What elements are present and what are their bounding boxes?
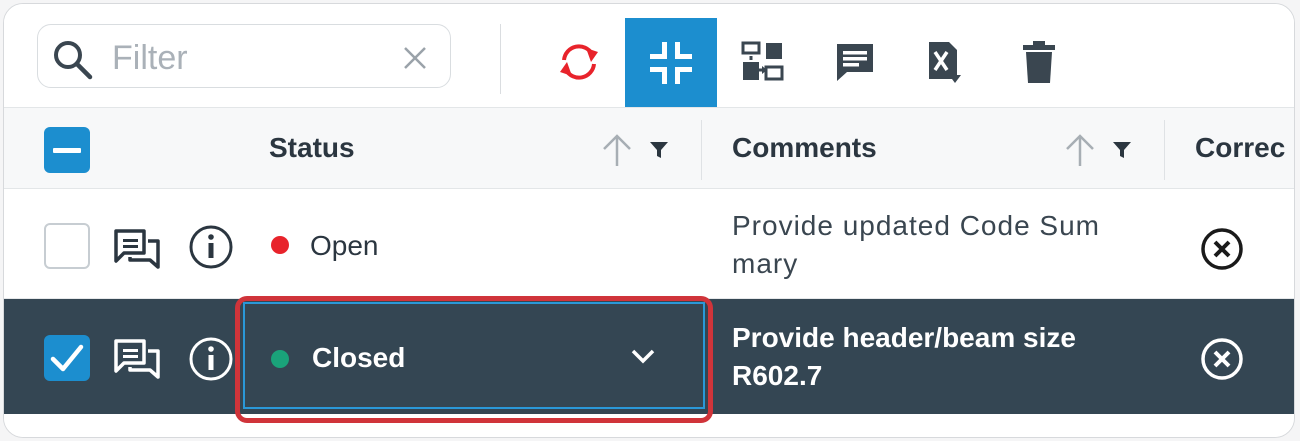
column-title-comments: Comments (732, 132, 877, 163)
comment-icon (837, 44, 873, 81)
filter-funnel-icon[interactable] (1112, 140, 1132, 160)
filter-funnel-icon[interactable] (649, 140, 669, 160)
refresh-icon (560, 44, 598, 80)
transfer-icon (741, 41, 784, 81)
table-row[interactable]: Open Provide updated Code Sum mary (4, 189, 1294, 299)
comment-cell[interactable]: Provide updated Code Sum mary (732, 207, 1100, 283)
column-title-status: Status (269, 132, 355, 163)
collapse-button[interactable] (625, 18, 717, 107)
row-checkbox[interactable] (44, 223, 90, 269)
conversation-icon[interactable] (114, 339, 160, 379)
highlight-box (235, 296, 713, 423)
comment-button[interactable] (809, 18, 901, 106)
column-divider[interactable] (701, 120, 702, 180)
close-circle-icon[interactable] (1200, 337, 1244, 381)
info-icon[interactable] (188, 336, 234, 382)
sort-arrow-icon[interactable] (599, 132, 635, 168)
grid-panel: Status Comments Correc (3, 3, 1295, 438)
transfer-button[interactable] (717, 18, 809, 106)
toolbar (4, 4, 1294, 107)
filter-input[interactable] (110, 35, 384, 81)
excel-export-button[interactable] (901, 18, 993, 106)
comment-line: Provide updated Code Sum (732, 210, 1100, 241)
conversation-icon[interactable] (114, 229, 160, 269)
row-checkbox-checked[interactable] (44, 335, 90, 381)
trash-icon (1023, 41, 1055, 83)
search-icon (54, 41, 93, 80)
checkmark-icon (50, 344, 84, 372)
column-title-correction: Correc (1195, 132, 1286, 163)
info-icon[interactable] (188, 224, 234, 270)
toolbar-divider (500, 24, 501, 94)
comment-line: R602.7 (732, 360, 823, 391)
status-dot-open (271, 236, 289, 254)
sort-arrow-icon[interactable] (1062, 132, 1098, 168)
comment-line: mary (732, 248, 799, 279)
comment-line: Provide header/beam size (732, 322, 1076, 353)
comment-cell[interactable]: Provide header/beam size R602.7 (732, 319, 1076, 395)
excel-export-icon (929, 42, 961, 83)
refresh-button[interactable] (533, 18, 625, 106)
column-divider[interactable] (1164, 120, 1165, 180)
delete-button[interactable] (993, 18, 1085, 106)
status-text: Open (310, 230, 379, 261)
collapse-icon (650, 41, 692, 84)
select-all-checkbox[interactable] (44, 127, 90, 173)
table-header: Status Comments Correc (4, 107, 1294, 189)
filter-box[interactable] (37, 24, 451, 88)
clear-icon[interactable] (402, 45, 428, 71)
close-circle-icon[interactable] (1200, 227, 1244, 271)
